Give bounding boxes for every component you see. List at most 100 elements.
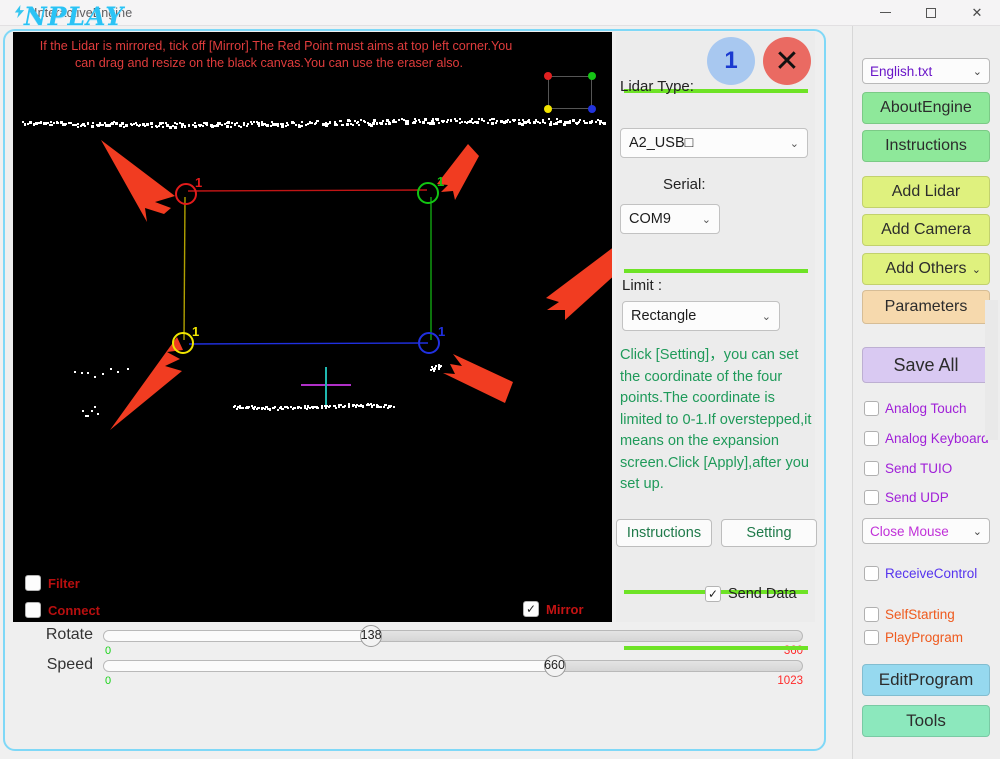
checkbox-label: PlayProgram	[885, 630, 964, 645]
corner-label: 1	[192, 324, 200, 339]
sidebar-checkbox-selfstarting[interactable]: SelfStarting	[864, 607, 955, 622]
lidar-index-badge[interactable]: 1	[707, 37, 755, 85]
sidebar-checkbox-playprogram[interactable]: PlayProgram	[864, 630, 963, 645]
quad-and-arrows	[101, 140, 612, 430]
checkbox-label: Send UDP	[885, 490, 949, 505]
sidebar-button-aboutengine[interactable]: AboutEngine	[862, 92, 990, 124]
sidebar-button-label: Save All	[893, 354, 959, 375]
maximize-button[interactable]	[908, 0, 954, 26]
sidebar-checkbox-receivecontrol[interactable]: ReceiveControl	[864, 566, 977, 581]
serial-select[interactable]: COM9 ⌄	[620, 204, 720, 234]
send-data-checkbox[interactable]: ✓	[705, 586, 721, 602]
sidebar-checkbox-send-udp[interactable]: Send UDP	[864, 490, 949, 505]
checkbox-box[interactable]	[864, 566, 879, 581]
title-bar: InteractiveEngine ✕	[0, 0, 1000, 26]
rotate-value: 138	[360, 628, 382, 642]
sidebar-button-add-lidar[interactable]: Add Lidar	[862, 176, 990, 208]
send-data-row[interactable]: ✓ Send Data	[705, 586, 797, 602]
sidebar-checkbox-analog-touch[interactable]: Analog Touch	[864, 401, 967, 416]
sidebar-checkbox-analog-keyboard[interactable]: Analog Keyboard	[864, 431, 989, 446]
sidebar-button-label: AboutEngine	[880, 99, 972, 116]
language-value: English.txt	[870, 63, 933, 79]
checkbox-label: SelfStarting	[885, 607, 955, 622]
speed-max: 1023	[777, 675, 803, 687]
chevron-down-icon: ⌄	[971, 263, 981, 276]
sidebar-button-add-camera[interactable]: Add Camera	[862, 214, 990, 246]
divider-middle	[624, 269, 808, 273]
chevron-down-icon: ⌄	[789, 137, 799, 150]
minimize-button[interactable]	[862, 0, 908, 26]
sidebar-button-editprogram[interactable]: EditProgram	[862, 664, 990, 696]
nplay-logo: NPLAY	[23, 2, 125, 31]
checkbox-box[interactable]	[864, 401, 879, 416]
chevron-down-icon: ⌄	[972, 65, 982, 78]
sidebar-button-save-all[interactable]: Save All	[862, 347, 990, 383]
corner-label: 1	[437, 174, 445, 189]
serial-label: Serial:	[663, 176, 706, 193]
instructions-button[interactable]: Instructions	[616, 519, 712, 547]
chevron-down-icon: ⌄	[761, 310, 771, 323]
mirror-label: Mirror	[546, 601, 584, 617]
mirror-checkbox-row[interactable]: ✓ Mirror	[523, 601, 584, 617]
mouse-mode-select[interactable]: Close Mouse ⌄	[862, 518, 990, 544]
setting-button[interactable]: Setting	[721, 519, 817, 547]
checkbox-box[interactable]	[864, 461, 879, 476]
sidebar-button-parameters[interactable]: Parameters	[862, 290, 990, 324]
language-select[interactable]: English.txt ⌄	[862, 58, 990, 84]
remove-lidar-button[interactable]: ✕	[763, 37, 811, 85]
corner-point-top-right[interactable]: 1	[417, 175, 444, 204]
speed-track-fill	[104, 661, 554, 671]
rotate-slider-row[interactable]: Rotate 138 0 360	[13, 625, 803, 657]
send-data-label: Send Data	[728, 586, 797, 602]
settings-help-text: Click [Setting]，you can set the coordina…	[620, 347, 812, 492]
speed-min: 0	[105, 675, 112, 687]
rotate-track-wrap[interactable]: 138 0 360	[103, 625, 803, 657]
window-controls: ✕	[862, 0, 1000, 26]
speed-track-wrap[interactable]: 660 0 1023	[103, 655, 803, 687]
lidar-type-value: A2_USB□	[629, 135, 694, 151]
checkbox-box[interactable]	[864, 630, 879, 645]
divider-bottom	[624, 646, 808, 650]
lidar-type-label: Lidar Type:	[620, 78, 694, 95]
serial-value: COM9	[629, 211, 671, 227]
sidebar-checkbox-send-tuio[interactable]: Send TUIO	[864, 461, 952, 476]
speed-value: 660	[544, 658, 565, 672]
sidebar-button-add-others[interactable]: Add Others ⌄	[862, 253, 990, 285]
scrollbar[interactable]	[985, 300, 998, 440]
checkbox-box[interactable]	[864, 607, 879, 622]
sidebar-button-label: EditProgram	[878, 670, 974, 689]
limit-select[interactable]: Rectangle ⌄	[622, 301, 780, 331]
checkbox-label: Analog Keyboard	[885, 431, 989, 446]
corner-point-bottom-left[interactable]: 1	[172, 325, 199, 354]
corner-point-top-left[interactable]: 1	[175, 176, 202, 205]
slider-area: Rotate 138 0 360 Speed 660 0 1023	[13, 625, 803, 696]
corner-point-bottom-right[interactable]: 1	[418, 325, 445, 354]
mirror-checkbox[interactable]: ✓	[523, 601, 539, 617]
connect-checkbox[interactable]	[25, 602, 41, 618]
connect-checkbox-row[interactable]: Connect	[25, 602, 100, 618]
sidebar-button-instructions[interactable]: Instructions	[862, 130, 990, 162]
sidebar-button-label: Add Lidar	[891, 183, 961, 200]
filter-checkbox-row[interactable]: Filter	[25, 575, 80, 591]
sidebar-button-tools[interactable]: Tools	[862, 705, 990, 737]
limit-value: Rectangle	[631, 308, 697, 324]
mouse-mode-value: Close Mouse	[870, 523, 949, 539]
lidar-canvas[interactable]: If the Lidar is mirrored, tick off [Mirr…	[13, 32, 612, 622]
speed-slider-row[interactable]: Speed 660 0 1023	[13, 655, 803, 687]
sidebar-button-label: Instructions	[885, 137, 967, 154]
sidebar-button-label: Add Camera	[881, 221, 971, 238]
checkbox-box[interactable]	[864, 490, 879, 505]
speed-label: Speed	[46, 656, 93, 673]
filter-label: Filter	[48, 575, 80, 591]
checkbox-box[interactable]	[864, 431, 879, 446]
rotate-label: Rotate	[45, 626, 93, 643]
close-button[interactable]: ✕	[954, 0, 1000, 26]
sidebar-button-label: Parameters	[884, 298, 968, 315]
limit-label: Limit :	[622, 277, 663, 294]
lidar-type-select[interactable]: A2_USB□ ⌄	[620, 128, 808, 158]
checkbox-label: Analog Touch	[885, 401, 967, 416]
filter-checkbox[interactable]	[25, 575, 41, 591]
chevron-down-icon: ⌄	[972, 525, 982, 538]
corner-label: 1	[438, 324, 446, 339]
checkbox-label: Send TUIO	[885, 461, 953, 476]
